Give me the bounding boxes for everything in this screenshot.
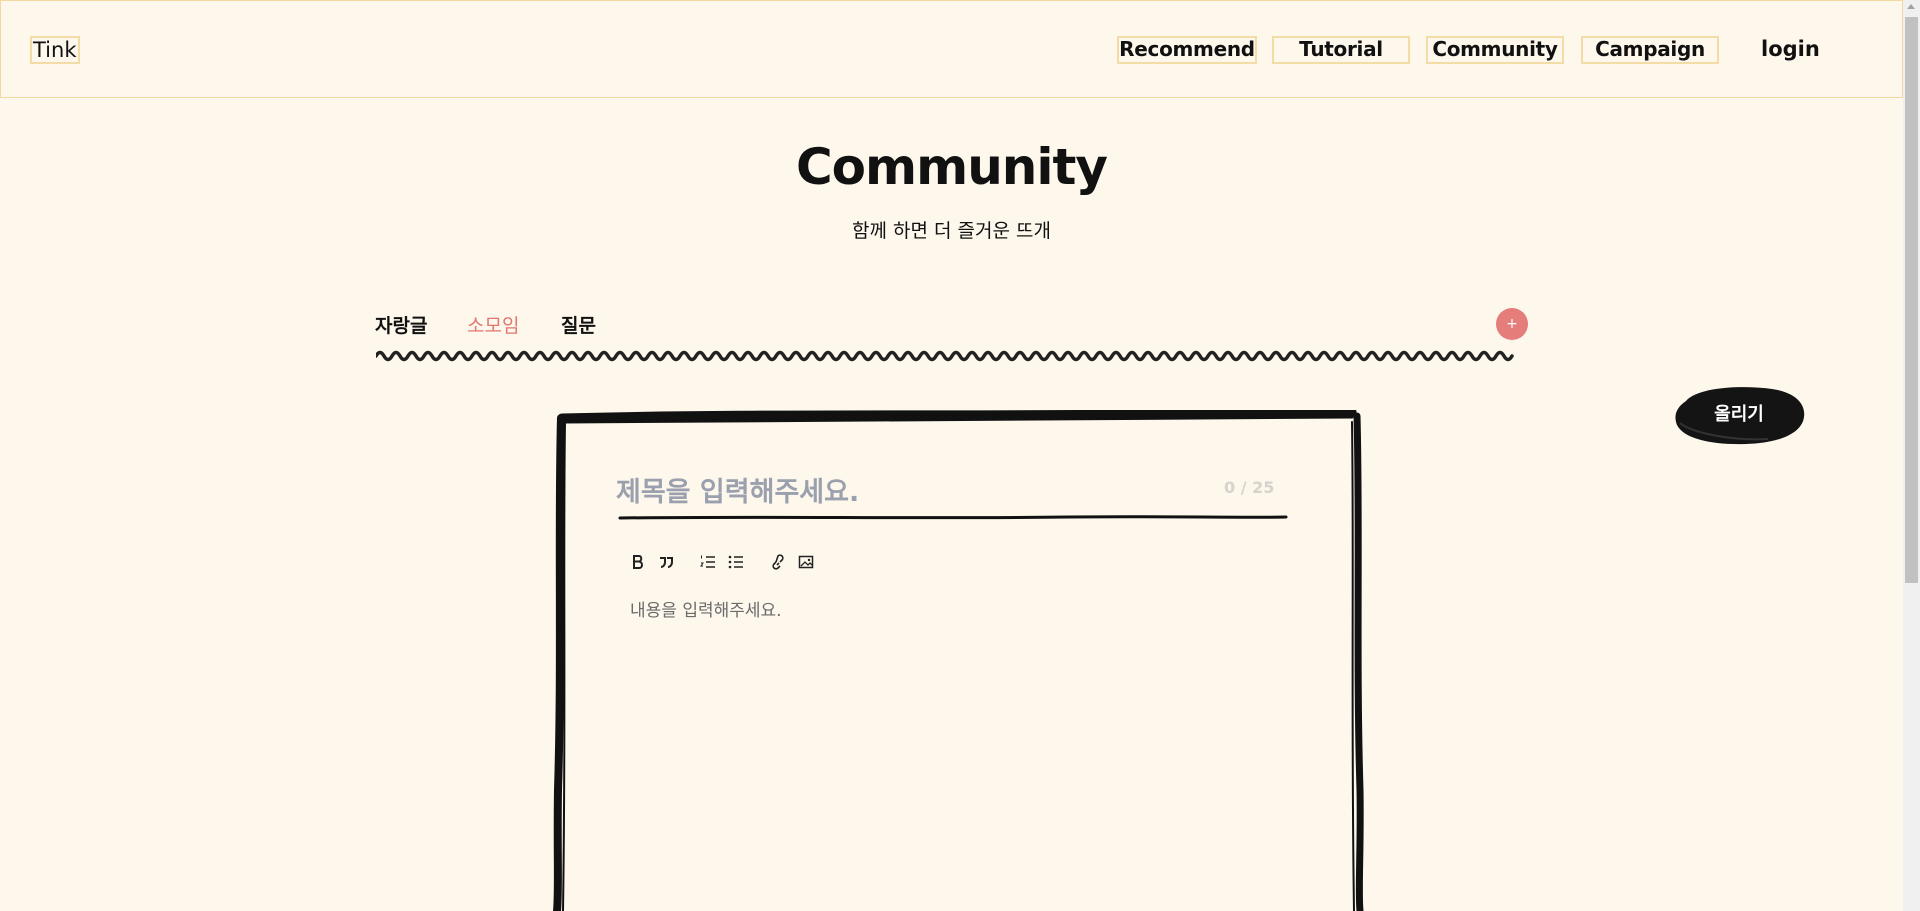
scroll-up-arrow-icon[interactable] [1907,4,1915,9]
vertical-scrollbar[interactable] [1903,0,1920,911]
page-title: Community [795,138,1108,196]
nav-recommend[interactable]: Recommend [1117,36,1257,64]
tab-brag[interactable]: 자랑글 [375,311,427,338]
nav-tutorial[interactable]: Tutorial [1272,36,1410,64]
title-input[interactable] [614,471,1198,513]
tab-question[interactable]: 질문 [561,311,596,338]
scroll-thumb[interactable] [1905,17,1918,583]
title-underline [618,515,1288,520]
quote-icon[interactable] [656,552,676,572]
top-navigation-bar: Tink Recommend Tutorial Community Campai… [0,0,1903,98]
post-button-label: 올리기 [1714,404,1764,425]
login-link[interactable]: login [1761,37,1820,61]
title-char-count: 0 / 25 [1224,478,1275,497]
image-icon[interactable] [796,552,816,572]
bullet-list-icon[interactable] [726,552,746,572]
page-subtitle: 함께 하면 더 즐거운 뜨개 [852,220,1051,242]
bold-icon[interactable] [628,552,648,572]
link-icon[interactable] [768,552,788,572]
tab-meetup[interactable]: 소모임 [467,311,519,338]
wavy-divider [376,350,1514,362]
post-button[interactable]: 올리기 [1672,383,1806,447]
logo[interactable]: Tink [30,36,80,64]
ordered-list-icon[interactable] [698,552,718,572]
content-editor[interactable]: 내용을 입력해주세요. [630,596,782,621]
add-post-button[interactable]: + [1496,308,1528,340]
nav-campaign[interactable]: Campaign [1581,36,1719,64]
nav-community[interactable]: Community [1426,36,1564,64]
